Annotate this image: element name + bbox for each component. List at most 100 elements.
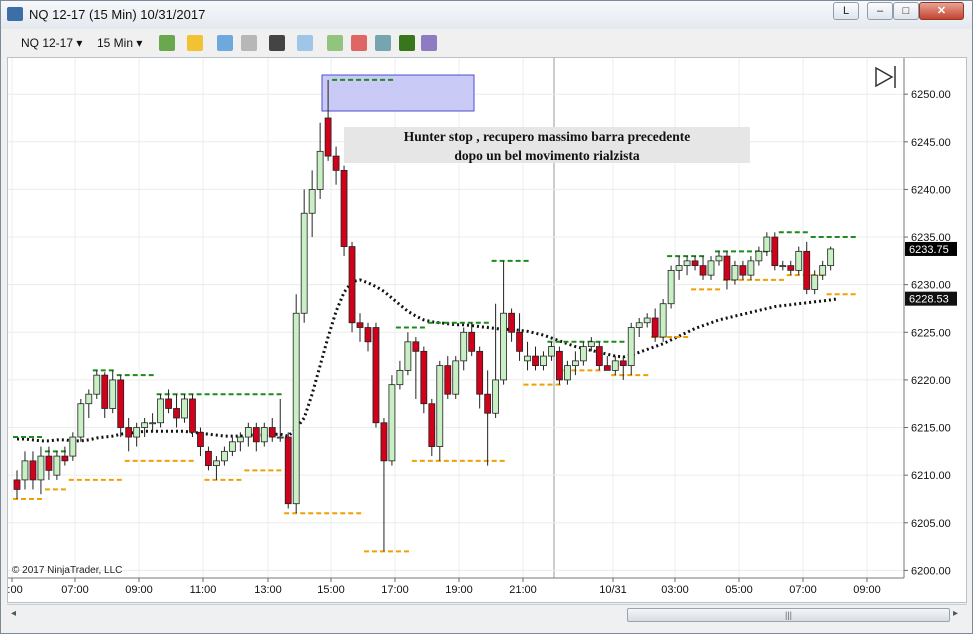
candle-down[interactable] — [13, 479, 21, 490]
candle-down[interactable] — [428, 403, 436, 447]
candle-up[interactable] — [715, 255, 723, 262]
maximize-button[interactable]: □ — [893, 2, 919, 20]
candle-down[interactable] — [691, 260, 699, 267]
candle-up[interactable] — [675, 265, 683, 271]
candle-down[interactable] — [556, 350, 563, 381]
candle-up[interactable] — [524, 355, 531, 362]
candle-up[interactable] — [221, 450, 228, 462]
candle-down[interactable] — [723, 255, 731, 281]
candle-up[interactable] — [500, 312, 507, 381]
candle-up[interactable] — [236, 436, 244, 443]
candle-up[interactable] — [404, 341, 412, 371]
candle-up[interactable] — [141, 422, 149, 428]
candle-up[interactable] — [779, 265, 787, 268]
candle-down[interactable] — [380, 422, 388, 462]
candle-down[interactable] — [125, 427, 133, 438]
candle-up[interactable] — [37, 455, 45, 481]
candle-up[interactable] — [731, 265, 739, 281]
candle-down[interactable] — [284, 436, 292, 505]
candle-up[interactable] — [213, 460, 220, 467]
candle-down[interactable] — [603, 365, 611, 371]
candle-down[interactable] — [595, 346, 603, 367]
candle-down[interactable] — [205, 450, 212, 467]
candle-up[interactable] — [21, 460, 29, 481]
candle-down[interactable] — [268, 427, 276, 438]
candle-down[interactable] — [412, 341, 420, 352]
candle-down[interactable] — [252, 427, 260, 443]
candle-up[interactable] — [587, 341, 595, 347]
chart-trader-icon[interactable] — [399, 35, 415, 51]
candle-up[interactable] — [747, 260, 755, 276]
candle-up[interactable] — [85, 393, 93, 405]
candle-up[interactable] — [109, 379, 117, 409]
candle-up[interactable] — [492, 379, 500, 414]
candle-up[interactable] — [452, 360, 460, 395]
candle-down[interactable] — [348, 246, 356, 324]
candle-down[interactable] — [165, 398, 172, 409]
scroll-right-arrow-icon[interactable]: ▸ — [953, 608, 958, 619]
pencil-icon[interactable] — [187, 35, 203, 51]
candle-down[interactable] — [61, 455, 69, 462]
candle-down[interactable] — [356, 322, 364, 328]
scroll-left-arrow-icon[interactable]: ◂ — [11, 608, 16, 619]
candle-up[interactable] — [627, 327, 635, 367]
candle-down[interactable] — [619, 360, 627, 367]
chart-style-icon[interactable] — [159, 35, 175, 51]
close-button[interactable]: ✕ — [919, 2, 964, 20]
candle-down[interactable] — [420, 350, 428, 405]
candle-down[interactable] — [45, 455, 53, 471]
snap-icon[interactable] — [241, 35, 257, 51]
candle-down[interactable] — [340, 169, 348, 247]
candle-down[interactable] — [516, 331, 523, 352]
candle-down[interactable] — [173, 408, 180, 419]
horizontal-scrollbar[interactable]: ◂ ||| ▸ — [7, 604, 967, 626]
drawing-tool-icon[interactable] — [217, 35, 233, 51]
minimize-button[interactable]: – — [867, 2, 893, 20]
candle-up[interactable] — [244, 427, 252, 438]
candle-up[interactable] — [571, 360, 579, 367]
crosshair-icon[interactable] — [269, 35, 285, 51]
candle-down[interactable] — [532, 355, 539, 367]
price-chart[interactable]: 5:00 07:00 09:00 11:00 13:00 15:00 17:00 19:00 2… — [8, 58, 966, 602]
candle-up[interactable] — [316, 150, 324, 190]
candle-up[interactable] — [436, 365, 444, 447]
link-button[interactable]: L — [833, 2, 859, 20]
candle-up[interactable] — [755, 250, 763, 262]
candle-up[interactable] — [228, 441, 236, 452]
candle-up[interactable] — [460, 331, 468, 362]
candle-down[interactable] — [508, 312, 515, 333]
candle-down[interactable] — [372, 327, 380, 424]
candle-up[interactable] — [667, 269, 675, 305]
candle-down[interactable] — [468, 331, 476, 352]
candle-up[interactable] — [707, 260, 715, 276]
candle-down[interactable] — [476, 350, 484, 395]
candle-down[interactable] — [29, 460, 37, 481]
candle-up[interactable] — [157, 398, 164, 424]
candle-up[interactable] — [396, 369, 404, 386]
candle-up[interactable] — [69, 436, 77, 457]
properties-icon[interactable] — [421, 35, 437, 51]
title-bar[interactable]: NQ 12-17 (15 Min) 10/31/2017 L – □ ✕ — [1, 1, 972, 29]
candle-down[interactable] — [189, 398, 196, 433]
candle-up[interactable] — [635, 322, 643, 328]
candle-down[interactable] — [101, 374, 109, 409]
candle-down[interactable] — [332, 155, 340, 171]
candle-down[interactable] — [739, 265, 747, 276]
candle-up[interactable] — [643, 317, 651, 324]
candle-up[interactable] — [811, 274, 819, 290]
candle-up[interactable] — [579, 346, 587, 362]
candle-up[interactable] — [540, 355, 547, 367]
candle-down[interactable] — [117, 379, 125, 428]
candle-up[interactable] — [564, 365, 571, 381]
instrument-selector[interactable]: NQ 12-17 ▾ — [21, 33, 82, 53]
candle-up[interactable] — [77, 403, 85, 438]
candle-up[interactable] — [292, 312, 300, 505]
candle-down[interactable] — [484, 393, 492, 414]
scrollbar-thumb[interactable]: ||| — [627, 608, 950, 622]
candle-up[interactable] — [611, 360, 619, 371]
candle-up[interactable] — [683, 260, 691, 267]
indicators-icon[interactable] — [351, 35, 367, 51]
candle-down[interactable] — [364, 327, 372, 343]
candle-down[interactable] — [771, 236, 779, 267]
candle-down[interactable] — [651, 317, 659, 338]
